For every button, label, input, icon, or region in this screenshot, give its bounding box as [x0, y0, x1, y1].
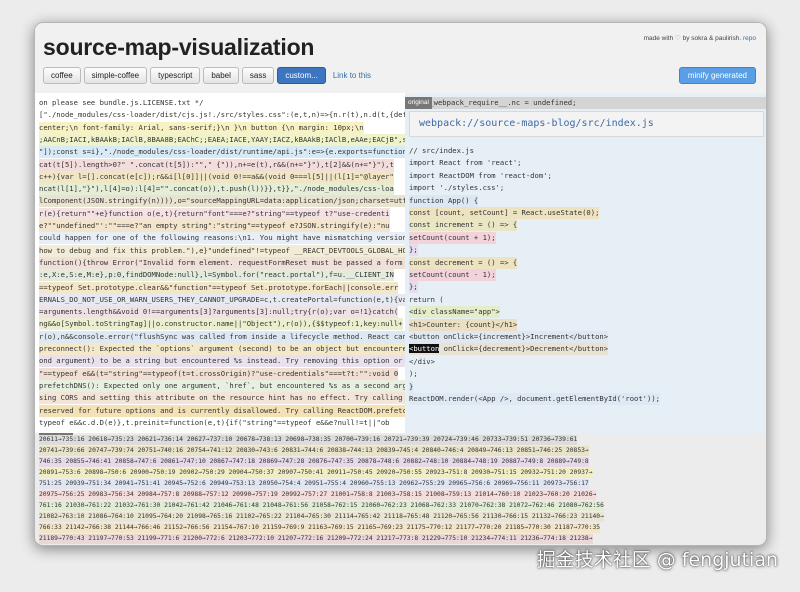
page-title: source-map-visualization	[43, 34, 315, 60]
tab-custom[interactable]: custom...	[277, 67, 326, 84]
original-line[interactable]: const [count, setCount] = React.useState…	[409, 207, 600, 219]
tab-babel[interactable]: babel	[203, 67, 239, 84]
mapping-row[interactable]: 766:33 21142→766:38 21144→766:46 21152→7…	[39, 523, 601, 533]
generated-line[interactable]: reserved for future options and is curre…	[39, 404, 405, 417]
mapping-row[interactable]: 20741→739:66 20747→739:74 20751→740:16 2…	[39, 446, 589, 456]
selected-token: <button	[409, 344, 440, 354]
original-line[interactable]: <div className="app">	[409, 306, 500, 319]
generated-line[interactable]: r(e){return""+e}function o(e,t){return"f…	[39, 207, 390, 220]
generated-line[interactable]: could happen for one of the following re…	[39, 232, 405, 245]
mappings-panel[interactable]: mappings 20611→735:16 20618→735:23 20621…	[35, 433, 766, 545]
generated-line[interactable]: "==typeof e&&(t="string"==typeof(t=t.cro…	[39, 367, 399, 380]
original-top-line-text: __webpack_require__.nc = undefined;	[425, 98, 577, 107]
original-line[interactable]: setCount(count - 1);	[409, 269, 496, 281]
mapping-row[interactable]: 20975→756:25 20983→756:34 20984→757:8 20…	[39, 490, 597, 500]
repo-link[interactable]: repo	[743, 35, 756, 42]
original-line[interactable]: import ReactDOM from 'react-dom';	[409, 170, 552, 182]
generated-line[interactable]: ERNALS_DO_NOT_USE_OR_WARN_USERS_THEY_CAN…	[39, 293, 405, 306]
original-line[interactable]: const increment = () => {	[409, 219, 518, 232]
tab-typescript[interactable]: typescript	[150, 67, 201, 84]
line-suffix: onClick={decrement}>Decrement</button>	[439, 344, 609, 354]
file-name: webpack://source-maps-blog/src/index.js	[419, 118, 654, 129]
original-line[interactable]: import './styles.css';	[409, 182, 504, 194]
mapping-row[interactable]: 21189→770:43 21197→770:53 21199→771:6 21…	[39, 534, 593, 544]
generated-line[interactable]: e?""undefined"':""===e?"an empty string"…	[39, 220, 390, 232]
original-line[interactable]: const decrement = () => {	[409, 256, 518, 269]
original-line[interactable]: </div>	[409, 356, 435, 368]
generated-line[interactable]: how to debug and fix this problem."),e}"…	[39, 244, 405, 257]
generated-line[interactable]: ng&&o[Symbol.toStringTag]||o.constructor…	[39, 318, 403, 331]
generated-line[interactable]: typeof e&&c.d.D(e)},t.preinit=function(e…	[39, 416, 390, 429]
mapping-row[interactable]: 751:25 20939→751:34 20941→751:41 20945→7…	[39, 479, 589, 489]
generated-line[interactable]: cat(t[5]).length>0?" ".concat(t[5]):"","…	[39, 158, 394, 171]
mapping-row[interactable]: 20611→735:16 20618→735:23 20621→736:14 2…	[39, 435, 578, 445]
generated-line[interactable]: center;\n font-family: Arial, sans-serif…	[39, 121, 364, 134]
generated-line[interactable]: sing CORS and setting this attribute on …	[39, 392, 405, 405]
mapping-row[interactable]: 761:16 21030→761:22 21032→761:30 21042→7…	[39, 501, 604, 511]
watermark: 掘金技术社区 @ fengjutian	[536, 549, 778, 571]
original-line[interactable]: <button onClick={decrement}>Decrement</b…	[409, 343, 609, 356]
made-with-prefix: made with	[643, 35, 674, 42]
file-header: webpack://source-maps-blog/src/index.js	[409, 111, 764, 137]
example-tabs: coffee simple-coffee typescript babel sa…	[43, 67, 371, 84]
tab-coffee[interactable]: coffee	[43, 67, 81, 84]
generated-line[interactable]: ond argument) to be a string but encount…	[39, 355, 405, 368]
tab-simple-coffee[interactable]: simple-coffee	[83, 67, 148, 84]
generated-line[interactable]: =arguments.length&&void 0!==arguments[3]…	[39, 306, 399, 319]
original-line[interactable]: ReactDOM.render(<App />, document.getEle…	[409, 393, 660, 405]
generated-line[interactable]: r(o),n&&console.error("flushSync was cal…	[39, 330, 405, 343]
generated-line[interactable]: ==typeof Set.prototype.clear&&"function"…	[39, 281, 399, 294]
generated-line[interactable]: :e,X:e,S:e,M:e},p:0,findDOMNode:null},l=…	[39, 269, 394, 282]
original-line[interactable]: import React from 'react';	[409, 157, 522, 169]
made-with-suffix: by sokra & paulirish.	[682, 35, 742, 42]
mapping-row[interactable]: 21082→763:10 21086→764:10 21095→764:20 2…	[39, 512, 604, 522]
app-window: source-map-visualization made with ♡ by …	[34, 22, 767, 546]
original-top-line: original __webpack_require__.nc = undefi…	[405, 97, 766, 109]
tab-sass[interactable]: sass	[241, 67, 275, 84]
generated-line[interactable]: prefetchDNS(): Expected only one argumen…	[39, 379, 405, 392]
mapping-row[interactable]: 20891→753:6 20898→750:6 20900→750:19 209…	[39, 468, 593, 478]
generated-line[interactable]: ["./node_modules/css-loader/dist/cjs.js!…	[39, 109, 405, 122]
original-line[interactable]: <button onClick={increment}>Increment</b…	[409, 331, 609, 343]
generated-line[interactable]: ncat(l[1],"}"),l[4]=o):l[4]="".concat(o)…	[39, 183, 394, 196]
generated-line[interactable]: on please see bundle.js.LICENSE.txt */	[39, 97, 204, 109]
heart-icon: ♡	[675, 35, 681, 42]
original-line[interactable]: }	[409, 380, 414, 393]
generated-line[interactable]: "]);const s=i},"./node_modules/css-loade…	[39, 146, 405, 159]
minify-generated-button[interactable]: minify generated	[678, 67, 756, 84]
original-code-panel[interactable]: original __webpack_require__.nc = undefi…	[405, 93, 766, 433]
credits: made with ♡ by sokra & paulirish. repo	[644, 34, 756, 42]
original-line[interactable]: };	[409, 244, 418, 257]
original-line[interactable]: // src/index.js	[409, 145, 474, 157]
original-line[interactable]: <h1>Counter: {count}</h1>	[409, 318, 518, 331]
generated-line[interactable]: ;AACnB;IACI,kBAAkB;IAClB,8BAA8B;EAChC;;E…	[39, 133, 405, 146]
original-line[interactable]: };	[409, 281, 418, 294]
generated-line[interactable]: c++){var l=[].concat(e[c]);r&&i[l[0]]||(…	[39, 170, 394, 183]
generated-line[interactable]: lComponent(JSON.stringify(n)))),o="sourc…	[39, 195, 405, 208]
original-label: original	[405, 97, 432, 109]
header: source-map-visualization made with ♡ by …	[35, 23, 766, 93]
original-line[interactable]: function App() {	[409, 194, 479, 207]
original-line[interactable]: setCount(count + 1);	[409, 231, 496, 244]
original-line[interactable]: );	[409, 368, 418, 380]
generated-line[interactable]: preconnect(): Expected the `options` arg…	[39, 343, 405, 355]
generated-code-panel[interactable]: on please see bundle.js.LICENSE.txt */["…	[35, 93, 405, 433]
link-to-this[interactable]: Link to this	[333, 71, 371, 80]
mapping-row[interactable]: 746:35 20855→746:41 20858→747:6 20861→74…	[39, 457, 589, 467]
original-line[interactable]: return (	[409, 294, 444, 306]
generated-line[interactable]: function(){throw Error("Invalid form ele…	[39, 256, 405, 269]
